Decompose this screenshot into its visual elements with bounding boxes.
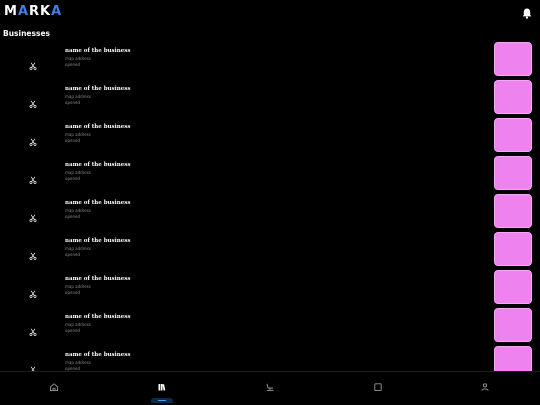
- scissors-icon: [29, 169, 37, 184]
- business-thumbnail[interactable]: [494, 346, 532, 371]
- business-status: opened: [65, 214, 80, 219]
- scissors-icon: [29, 93, 37, 108]
- business-status: opened: [65, 252, 80, 257]
- business-name: name of the business: [65, 276, 131, 282]
- section-title: Businesses: [3, 29, 50, 38]
- calendar-icon[interactable]: [373, 382, 383, 392]
- business-thumbnail[interactable]: [494, 80, 532, 114]
- library-icon[interactable]: [157, 382, 167, 392]
- profile-icon[interactable]: [480, 382, 490, 392]
- logo-letters-rk: RK: [29, 4, 52, 19]
- business-thumbnail[interactable]: [494, 42, 532, 76]
- scissors-icon: [29, 283, 37, 298]
- business-address: map address: [65, 56, 91, 61]
- business-name: name of the business: [65, 48, 131, 54]
- business-name: name of the business: [65, 352, 131, 358]
- business-address: map address: [65, 322, 91, 327]
- business-list-item[interactable]: name of the business map address opened: [0, 306, 540, 344]
- business-thumbnail[interactable]: [494, 232, 532, 266]
- business-name: name of the business: [65, 86, 131, 92]
- logo-letter-m: M: [4, 4, 18, 19]
- business-list-item[interactable]: name of the business map address opened: [0, 154, 540, 192]
- business-status: opened: [65, 290, 80, 295]
- business-status: opened: [65, 62, 80, 67]
- business-name: name of the business: [65, 124, 131, 130]
- bell-icon[interactable]: [522, 8, 532, 19]
- active-tab-indicator: [151, 398, 173, 403]
- scissors-icon: [29, 245, 37, 260]
- business-list-item[interactable]: name of the business map address opened: [0, 344, 540, 371]
- business-status: opened: [65, 328, 80, 333]
- app-screen: MARKA Businesses name of the business map…: [0, 0, 540, 405]
- logo-letter-a-accent: A: [17, 4, 29, 19]
- business-list-item[interactable]: name of the business map address opened: [0, 268, 540, 306]
- business-address: map address: [65, 246, 91, 251]
- business-thumbnail[interactable]: [494, 308, 532, 342]
- business-list-item[interactable]: name of the business map address opened: [0, 192, 540, 230]
- scissors-icon: [29, 359, 37, 371]
- scissors-icon: [29, 55, 37, 70]
- business-list-item[interactable]: name of the business map address opened: [0, 40, 540, 78]
- business-address: map address: [65, 170, 91, 175]
- business-thumbnail[interactable]: [494, 194, 532, 228]
- home-icon[interactable]: [49, 382, 59, 392]
- business-list-item[interactable]: name of the business map address opened: [0, 78, 540, 116]
- scissors-icon: [29, 321, 37, 336]
- business-thumbnail[interactable]: [494, 118, 532, 152]
- business-list-item[interactable]: name of the business map address opened: [0, 116, 540, 154]
- bottom-navigation: [0, 371, 540, 405]
- business-address: map address: [65, 94, 91, 99]
- business-name: name of the business: [65, 200, 131, 206]
- business-name: name of the business: [65, 238, 131, 244]
- salon-chair-icon[interactable]: [265, 382, 275, 392]
- business-thumbnail[interactable]: [494, 270, 532, 304]
- business-status: opened: [65, 176, 80, 181]
- business-status: opened: [65, 138, 80, 143]
- scissors-icon: [29, 207, 37, 222]
- business-thumbnail[interactable]: [494, 156, 532, 190]
- business-list[interactable]: name of the business map address opened nam…: [0, 40, 540, 371]
- scissors-icon: [29, 131, 37, 146]
- business-address: map address: [65, 360, 91, 365]
- top-bar: MARKA: [0, 0, 540, 26]
- business-address: map address: [65, 132, 91, 137]
- business-list-item[interactable]: name of the business map address opened: [0, 230, 540, 268]
- business-name: name of the business: [65, 162, 131, 168]
- brand-logo[interactable]: MARKA: [4, 4, 62, 19]
- logo-letter-a2-accent: A: [51, 4, 63, 19]
- business-address: map address: [65, 208, 91, 213]
- business-name: name of the business: [65, 314, 131, 320]
- business-address: map address: [65, 284, 91, 289]
- business-status: opened: [65, 100, 80, 105]
